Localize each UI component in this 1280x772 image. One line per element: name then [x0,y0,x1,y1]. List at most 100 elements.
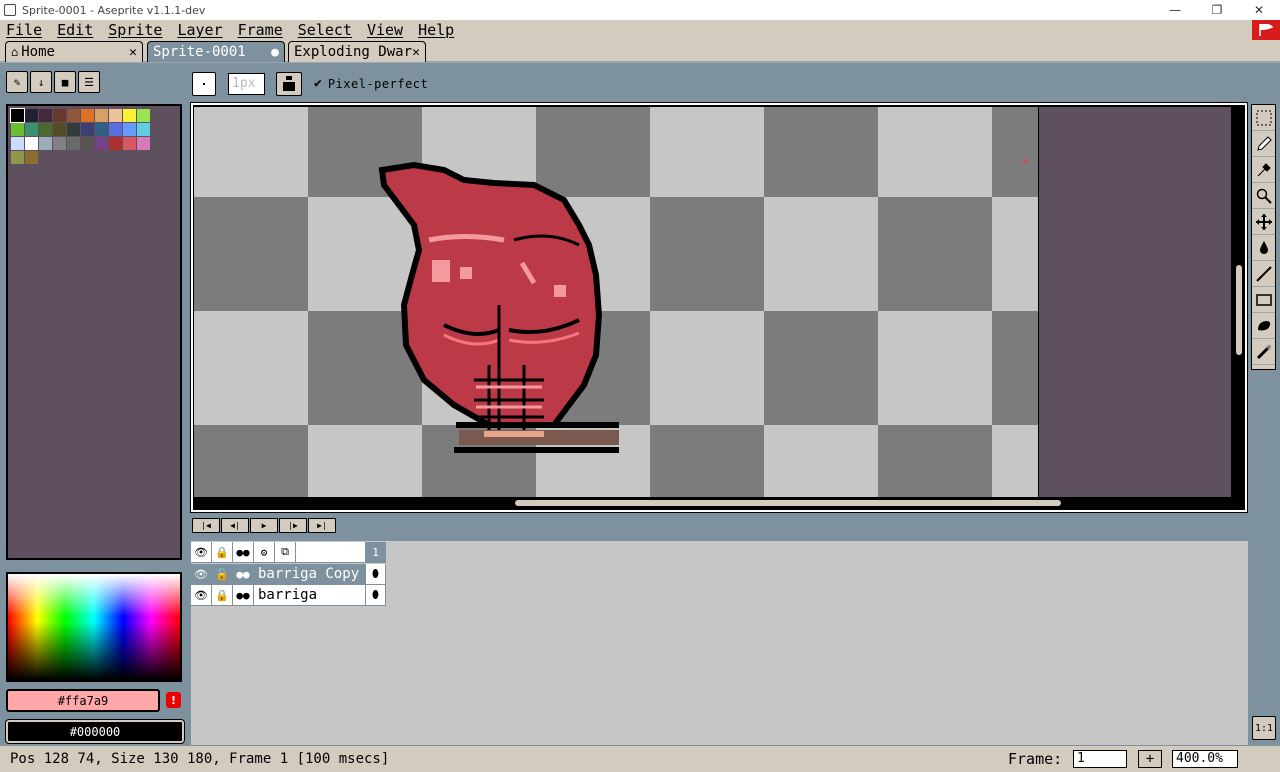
layer-lock-icon[interactable]: 🔓 [212,564,233,585]
menu-sprite[interactable]: Sprite [108,21,162,39]
palette-swatch[interactable] [25,151,38,164]
tool-pencil[interactable] [1252,131,1275,157]
palette-swatch[interactable] [109,123,122,136]
palette-swatch[interactable] [10,108,25,123]
new-frame-button[interactable]: + [1138,750,1162,768]
vertical-scrollbar[interactable] [1236,265,1242,355]
palette-swatch[interactable] [25,137,38,150]
palette-swatch[interactable] [81,137,94,150]
options-menu-icon[interactable]: ☰ [78,71,100,93]
timeline-zoom-button[interactable]: 1:1 [1252,716,1276,740]
play-button[interactable]: ▶ [250,518,278,533]
cel-filled-icon[interactable]: ⬮ [366,585,386,606]
layer-lock-icon[interactable]: 🔒 [212,585,233,606]
sprite-editor[interactable]: ✛ [190,102,1248,513]
color-spectrum[interactable] [6,572,182,682]
tool-contour[interactable] [1252,313,1275,339]
palette-swatch[interactable] [95,123,108,136]
menu-layer[interactable]: Layer [177,21,222,39]
first-frame-button[interactable]: |◀ [192,518,220,533]
pixel-perfect-checkbox[interactable]: ✔ Pixel-perfect [314,76,428,91]
previous-frame-button[interactable]: ◀| [221,518,249,533]
layer-name[interactable]: barriga Copy ( [254,564,366,585]
layer-eye-icon[interactable]: 👁 [191,564,212,585]
layer-continuous-icon[interactable]: ●● [233,564,254,585]
palette-swatch[interactable] [109,109,122,122]
notifications-flag-icon[interactable] [1252,20,1280,40]
palette-swatch[interactable] [53,109,66,122]
onion-skin-layers-icon[interactable]: ⧉ [275,542,296,563]
layer-row-barriga[interactable]: 👁 🔒 ●● barriga ⬮ [191,585,386,606]
presets-icon[interactable]: ■ [54,71,76,93]
tool-rectangle[interactable] [1252,287,1275,313]
palette-swatch[interactable] [109,137,122,150]
frame-input[interactable]: 1 [1073,750,1127,768]
tab-exploding-dwarf-close-icon[interactable]: ✕ [412,45,420,60]
palette-swatch[interactable] [39,137,52,150]
menu-frame[interactable]: Frame [238,21,283,39]
next-frame-button[interactable]: |▶ [279,518,307,533]
palette-swatch[interactable] [39,109,52,122]
menu-edit[interactable]: Edit [57,21,93,39]
background-color-button[interactable]: #000000 [5,719,185,744]
palette-swatch[interactable] [67,137,80,150]
lock-header-icon[interactable]: 🔒 [212,542,233,563]
palette-swatch[interactable] [25,109,38,122]
palette-swatch[interactable] [123,123,136,136]
layer-name[interactable]: barriga [254,585,366,606]
palette-swatch[interactable] [39,123,52,136]
brush-size-input[interactable]: 1px [228,73,265,95]
restore-button[interactable]: ❐ [1196,3,1238,17]
layer-eye-icon[interactable]: 👁 [191,585,212,606]
last-frame-button[interactable]: ▶| [308,518,336,533]
palette-swatch[interactable] [137,123,150,136]
palette-swatch[interactable] [123,137,136,150]
tab-home-close-icon[interactable]: ✕ [129,45,137,60]
frame-header-1[interactable]: 1 [366,542,386,563]
menu-file[interactable]: File [6,21,42,39]
palette-swatch[interactable] [11,123,24,136]
menu-select[interactable]: Select [298,21,352,39]
palette-swatch[interactable] [11,137,24,150]
tool-eyedropper[interactable] [1252,157,1275,183]
onion-skin-gear-icon[interactable]: ⚙ [254,542,275,563]
foreground-color-button[interactable]: #ffa7a9 [6,689,160,712]
brush-type-button[interactable] [192,72,216,96]
warning-icon[interactable]: ! [166,692,181,708]
palette-swatch[interactable] [137,109,150,122]
menu-view[interactable]: View [367,21,403,39]
palette-swatch[interactable] [95,109,108,122]
layer-row-barriga-copy[interactable]: 👁 🔓 ●● barriga Copy ( ⬮ [191,564,386,585]
palette-swatch[interactable] [123,109,136,122]
tab-exploding-dwarf[interactable]: Exploding Dwar ✕ [288,41,426,62]
tool-line[interactable] [1252,261,1275,287]
cel-filled-icon[interactable]: ⬮ [366,564,386,585]
close-window-button[interactable]: ✕ [1238,3,1280,17]
zoom-input[interactable]: 400.0% [1172,750,1238,768]
tool-blur[interactable] [1252,339,1275,365]
tab-modified-dot-icon[interactable]: ● [271,45,279,60]
minimize-button[interactable]: — [1154,3,1196,17]
palette-swatch[interactable] [11,151,24,164]
tool-marquee[interactable] [1252,105,1275,131]
tool-move[interactable] [1252,209,1275,235]
tool-paint-bucket[interactable] [1252,235,1275,261]
horizontal-scrollbar[interactable] [515,500,1061,506]
sprite-canvas[interactable]: ✛ [194,107,1038,497]
palette-swatch[interactable] [67,123,80,136]
tab-home[interactable]: ⌂ Home ✕ [5,41,143,62]
ink-type-button[interactable] [276,72,302,96]
palette-swatch[interactable] [81,123,94,136]
tool-zoom[interactable] [1252,183,1275,209]
palette-swatch[interactable] [81,109,94,122]
palette-swatch[interactable] [53,123,66,136]
sort-palette-icon[interactable]: ↓ [30,71,52,93]
tab-sprite-0001[interactable]: Sprite-0001 ● [147,41,285,62]
edit-palette-icon[interactable]: ✎ [6,71,28,93]
palette-swatch[interactable] [25,123,38,136]
palette-swatch[interactable] [53,137,66,150]
menu-help[interactable]: Help [418,21,454,39]
palette-swatch[interactable] [137,137,150,150]
continuous-header-icon[interactable]: ●● [233,542,254,563]
layer-continuous-icon[interactable]: ●● [233,585,254,606]
